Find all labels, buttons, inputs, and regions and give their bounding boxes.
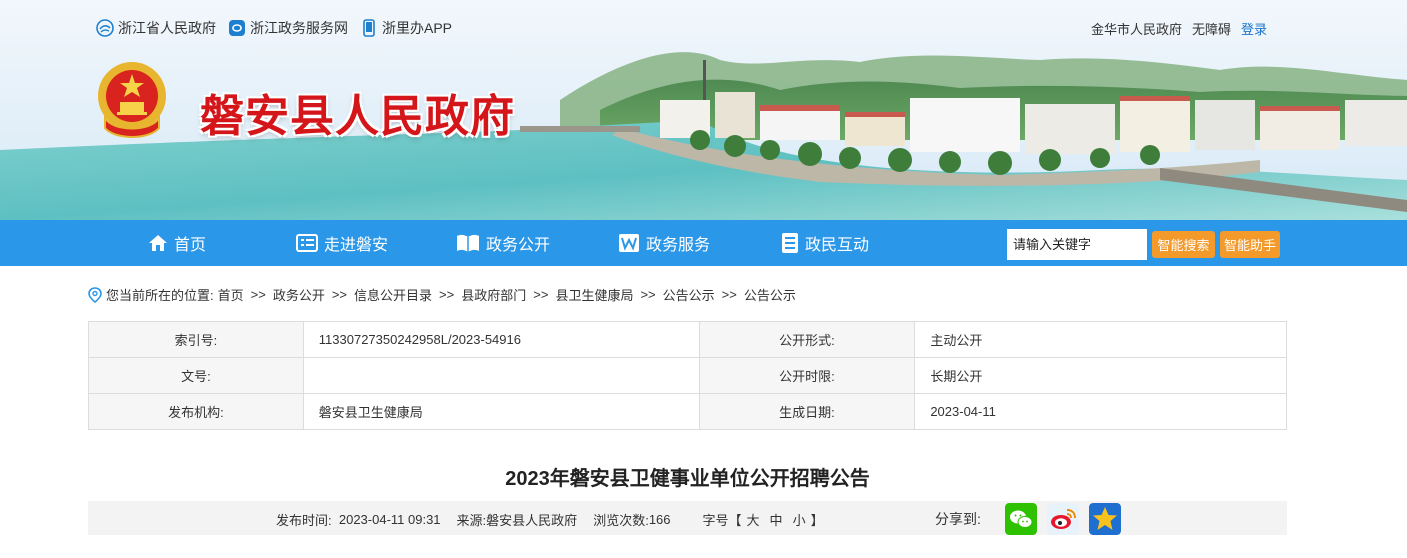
open-form-value: 主动公开	[914, 321, 1287, 358]
table-row: 发布机构: 磐安县卫生健康局 生成日期: 2023-04-11	[88, 393, 1287, 430]
index-value: 11330727350242958L/2023-54916	[302, 321, 700, 358]
open-period-label: 公开时限:	[698, 357, 916, 394]
views-value: 166	[648, 512, 671, 527]
login-link[interactable]: 登录	[1241, 19, 1267, 38]
breadcrumb-item[interactable]: 信息公开目录	[354, 285, 432, 304]
w-icon	[619, 234, 639, 252]
breadcrumb-separator: >>	[721, 287, 737, 302]
date-value: 2023-04-11	[914, 393, 1287, 430]
home-icon	[149, 235, 167, 251]
mobile-app-icon	[360, 19, 378, 37]
nav-item-about[interactable]: 走进磐安	[296, 220, 388, 266]
nav-item-home[interactable]: 首页	[148, 220, 206, 266]
publisher-label: 发布机构:	[88, 393, 304, 430]
nav-item-gov-service[interactable]: 政务服务	[618, 220, 710, 266]
table-row: 文号: 公开时限: 长期公开	[88, 357, 1287, 394]
city-gov-link[interactable]: 金华市人民政府	[1091, 19, 1182, 38]
nav-item-label: 政务公开	[486, 237, 551, 254]
top-link-label: 浙江政务服务网	[250, 20, 348, 36]
article-meta-bar: 发布时间: 2023-04-11 09:31 来源: 磐安县人民政府 浏览次数:…	[88, 501, 1287, 535]
doc-no-value	[302, 357, 700, 394]
zhejiang-gov-icon	[96, 19, 114, 37]
smart-search-button[interactable]: 智能搜索	[1152, 231, 1215, 258]
breadcrumb-separator: >>	[533, 287, 549, 302]
breadcrumb-separator: >>	[331, 287, 348, 302]
top-link-gov-service[interactable]: 浙江政务服务网	[228, 18, 348, 38]
table-row: 索引号: 11330727350242958L/2023-54916 公开形式:…	[88, 321, 1287, 358]
weibo-icon[interactable]	[1047, 503, 1079, 535]
breadcrumb-prefix: 您当前所在的位置:	[106, 288, 214, 303]
font-size-label: 字号【	[702, 513, 742, 528]
breadcrumb-item[interactable]: 县卫生健康局	[555, 285, 633, 304]
accessibility-link[interactable]: 无障碍	[1192, 19, 1231, 38]
source-value: 磐安县人民政府	[486, 513, 578, 528]
publish-time-value: 2023-04-11 09:31	[338, 512, 441, 527]
search-input[interactable]	[1007, 229, 1147, 260]
font-size-end: 】	[810, 513, 824, 528]
nav-item-label: 政民互动	[805, 237, 870, 254]
top-link-label: 浙江省人民政府	[118, 20, 216, 36]
top-link-zhejiang-gov[interactable]: 浙江省人民政府	[96, 18, 216, 38]
index-label: 索引号:	[88, 321, 304, 358]
header-banner: 浙江省人民政府 浙江政务服务网 浙里办APP 金华市人民政府 无障碍 登录 磐安…	[0, 0, 1407, 220]
nav-item-gov-affairs[interactable]: 政务公开	[456, 220, 550, 266]
breadcrumb-separator: >>	[640, 287, 656, 302]
nav-item-label: 政务服务	[646, 237, 711, 254]
nav-item-label: 首页	[174, 237, 207, 254]
document-icon	[782, 233, 798, 253]
top-right-links: 金华市人民政府 无障碍 登录	[1091, 19, 1267, 38]
publish-time-label: 发布时间:	[276, 513, 332, 528]
share-label: 分享到:	[935, 511, 981, 527]
wechat-icon[interactable]	[1005, 503, 1037, 535]
gov-service-icon	[228, 19, 246, 37]
breadcrumb-separator: >>	[250, 287, 266, 302]
article-meta-info: 发布时间: 2023-04-11 09:31 来源: 磐安县人民政府 浏览次数:…	[276, 510, 824, 529]
document-info-table: 索引号: 11330727350242958L/2023-54916 公开形式:…	[88, 321, 1287, 430]
list-icon	[296, 234, 318, 252]
open-form-label: 公开形式:	[698, 321, 916, 358]
breadcrumb-item[interactable]: 公告公示	[663, 285, 715, 304]
source-label: 来源:	[456, 513, 487, 528]
breadcrumb-item[interactable]: 县政府部门	[461, 285, 526, 304]
national-emblem-icon	[98, 62, 166, 138]
top-bar: 浙江省人民政府 浙江政务服务网 浙里办APP 金华市人民政府 无障碍 登录	[0, 0, 1407, 55]
nav-item-label: 走进磐安	[324, 237, 389, 254]
location-pin-icon	[88, 286, 102, 303]
open-period-value: 长期公开	[914, 357, 1287, 394]
article-title: 2023年磐安县卫健事业单位公开招聘公告	[505, 468, 870, 490]
date-label: 生成日期:	[698, 393, 916, 430]
book-icon	[457, 234, 479, 252]
main-nav: 首页 走进磐安 政务公开 政务服务 政民互动 智能搜索 智能助手	[0, 220, 1407, 266]
top-link-label: 浙里办APP	[382, 20, 453, 36]
breadcrumb-item[interactable]: 政务公开	[273, 285, 325, 304]
doc-no-label: 文号:	[88, 357, 304, 394]
breadcrumb-separator: >>	[439, 287, 455, 302]
nav-item-interaction[interactable]: 政民互动	[781, 220, 869, 266]
site-title: 磐安县人民政府	[200, 91, 515, 142]
breadcrumb: 您当前所在的位置: 首页 >> 政务公开 >> 信息公开目录 >> 县政府部门 …	[88, 285, 796, 304]
breadcrumb-item[interactable]: 公告公示	[744, 285, 796, 304]
qzone-icon[interactable]	[1089, 503, 1121, 535]
top-links: 浙江省人民政府 浙江政务服务网 浙里办APP	[96, 18, 452, 38]
views-label: 浏览次数:	[593, 513, 649, 528]
font-small-button[interactable]: 小	[793, 510, 806, 529]
font-large-button[interactable]: 大	[747, 510, 760, 529]
breadcrumb-item[interactable]: 首页	[218, 285, 244, 304]
font-medium-button[interactable]: 中	[770, 510, 783, 529]
top-link-app[interactable]: 浙里办APP	[360, 18, 452, 38]
smart-assistant-button[interactable]: 智能助手	[1220, 231, 1280, 258]
publisher-value: 磐安县卫生健康局	[302, 393, 700, 430]
